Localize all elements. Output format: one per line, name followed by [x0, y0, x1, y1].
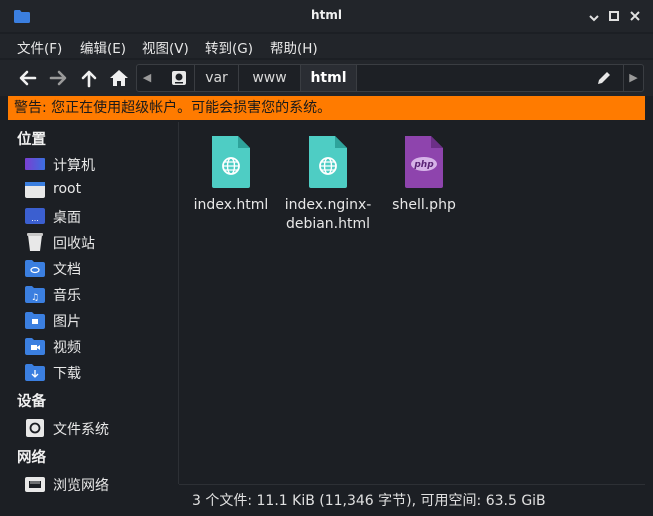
documents-folder-icon	[25, 260, 45, 277]
sidebar: 位置 计算机 root ... 桌面 回收站 文档 ♫ 音乐 图片 视频 下载 …	[8, 122, 178, 512]
file-name-line: debian.html	[285, 216, 371, 232]
sidebar-item-label: 浏览网络	[53, 478, 109, 494]
root-warning-bar: 警告: 您正在使用超级帐户。可能会损害您的系统。	[8, 96, 645, 120]
videos-folder-icon	[25, 338, 45, 355]
svg-text:♫: ♫	[31, 293, 39, 303]
minimize-icon[interactable]	[586, 8, 602, 24]
path-segment-var[interactable]: var	[195, 65, 239, 91]
file-view[interactable]: index.html index.nginx- debian.html php …	[179, 122, 645, 484]
menu-help[interactable]: 帮助(H)	[270, 37, 318, 57]
title-bar: html	[0, 0, 653, 32]
menu-go[interactable]: 转到(G)	[205, 37, 253, 57]
file-name-line: index.nginx-	[284, 197, 372, 213]
path-segment-www[interactable]: www	[239, 65, 301, 91]
sidebar-item-pictures[interactable]: 图片	[24, 308, 174, 332]
sidebar-item-root[interactable]: root	[24, 178, 174, 202]
window-title: html	[311, 8, 342, 22]
up-arrow-icon[interactable]	[77, 67, 101, 89]
maximize-icon[interactable]	[606, 8, 622, 24]
edit-location-icon[interactable]	[595, 69, 613, 87]
status-text: 3 个文件: 11.1 KiB (11,346 字节), 可用空间: 63.5 …	[192, 493, 546, 509]
file-item[interactable]: php shell.php	[376, 134, 472, 215]
file-name: shell.php	[392, 197, 456, 213]
home-icon[interactable]	[107, 67, 131, 89]
file-item[interactable]: index.nginx- debian.html	[280, 134, 376, 234]
sidebar-item-label: 视频	[53, 340, 81, 356]
home-folder-icon	[25, 182, 45, 198]
computer-icon	[25, 158, 45, 170]
sidebar-item-label: 桌面	[53, 210, 81, 226]
php-file-icon: php	[405, 136, 443, 188]
sidebar-item-label: 下载	[53, 366, 81, 382]
sidebar-item-trash[interactable]: 回收站	[24, 230, 174, 254]
sidebar-item-downloads[interactable]: 下载	[24, 360, 174, 384]
downloads-folder-icon	[25, 364, 45, 381]
sidebar-item-browse-network[interactable]: 浏览网络	[24, 472, 174, 496]
drive-icon	[26, 419, 44, 437]
path-scroll-left-icon[interactable]: ◀	[137, 65, 157, 91]
file-name: index.html	[193, 197, 269, 213]
trash-icon	[27, 233, 43, 251]
devices-section-title: 设备	[17, 394, 46, 410]
status-bar: 3 个文件: 11.1 KiB (11,346 字节), 可用空间: 63.5 …	[179, 484, 645, 512]
pictures-folder-icon	[25, 312, 45, 329]
sidebar-item-label: 图片	[53, 314, 81, 330]
sidebar-item-label: 计算机	[53, 158, 95, 174]
menu-bar: 文件(F) 编辑(E) 视图(V) 转到(G) 帮助(H)	[0, 34, 653, 58]
close-icon[interactable]	[627, 8, 643, 24]
sidebar-item-label: root	[53, 181, 82, 197]
places-section-title: 位置	[17, 132, 46, 148]
root-location-icon[interactable]	[163, 65, 195, 91]
menu-file[interactable]: 文件(F)	[17, 37, 62, 57]
network-section-title: 网络	[17, 450, 46, 466]
path-segment-html[interactable]: html	[301, 65, 357, 91]
network-icon	[25, 477, 45, 492]
sidebar-item-documents[interactable]: 文档	[24, 256, 174, 280]
html-file-icon	[309, 136, 347, 188]
sidebar-item-label: 文档	[53, 262, 81, 278]
sidebar-item-computer[interactable]: 计算机	[24, 152, 174, 176]
sidebar-item-music[interactable]: ♫ 音乐	[24, 282, 174, 306]
html-file-icon	[212, 136, 250, 188]
forward-arrow-icon[interactable]	[46, 67, 70, 89]
desktop-icon: ...	[25, 208, 45, 224]
music-folder-icon: ♫	[25, 286, 45, 303]
sidebar-item-label: 音乐	[53, 288, 81, 304]
path-scroll-right-icon[interactable]: ▶	[623, 65, 643, 91]
sidebar-item-desktop[interactable]: ... 桌面	[24, 204, 174, 228]
sidebar-item-label: 文件系统	[53, 422, 109, 438]
file-item[interactable]: index.html	[183, 134, 279, 215]
svg-text:...: ...	[31, 214, 39, 223]
back-arrow-icon[interactable]	[16, 67, 40, 89]
sidebar-item-videos[interactable]: 视频	[24, 334, 174, 358]
path-bar: ◀ var www html ▶	[136, 64, 644, 92]
menu-edit[interactable]: 编辑(E)	[80, 37, 126, 57]
sidebar-item-filesystem[interactable]: 文件系统	[24, 416, 174, 440]
file-name: index.nginx- debian.html	[280, 196, 376, 234]
php-badge-text: php	[413, 160, 434, 170]
sidebar-item-label: 回收站	[53, 236, 95, 252]
menu-view[interactable]: 视图(V)	[142, 37, 189, 57]
